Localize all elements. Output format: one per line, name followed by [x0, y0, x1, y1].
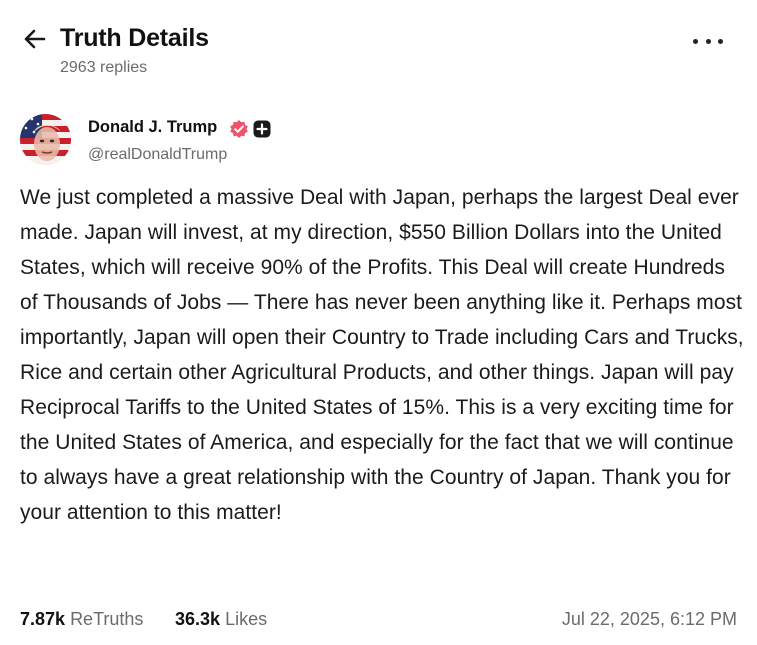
- author-name[interactable]: Donald J. Trump: [88, 118, 217, 137]
- ellipsis-icon-dot: [693, 38, 698, 44]
- ellipsis-icon-dot: [705, 38, 711, 44]
- arrow-left-icon: [24, 29, 46, 49]
- truth-plus-badge-icon: [253, 120, 271, 138]
- post-timestamp[interactable]: Jul 22, 2025, 6:12 PM: [562, 609, 737, 630]
- ellipsis-icon-dot: [718, 38, 723, 44]
- avatar-image: [20, 114, 71, 165]
- page-title: Truth Details: [60, 24, 209, 52]
- likes-stat[interactable]: 36.3k Likes: [175, 609, 267, 630]
- author-handle[interactable]: @realDonaldTrump: [88, 146, 227, 164]
- likes-label: Likes: [225, 609, 268, 629]
- likes-count: 36.3k: [175, 609, 221, 629]
- author-badges: [229, 118, 271, 140]
- more-options-button[interactable]: [693, 30, 723, 52]
- avatar[interactable]: [20, 114, 71, 165]
- verified-badge-icon: [230, 120, 248, 138]
- post-footer: 7.87k ReTruths 36.3k Likes Jul 22, 2025,…: [20, 609, 737, 635]
- post-author: Donald J. Trump @realDonaldTrump: [20, 114, 420, 166]
- retruths-label: ReTruths: [70, 609, 144, 629]
- back-button[interactable]: [22, 26, 48, 52]
- retruths-stat[interactable]: 7.87k ReTruths: [20, 609, 143, 630]
- reply-count: 2963 replies: [60, 59, 148, 76]
- post-text: We just completed a massive Deal with Ja…: [20, 186, 744, 524]
- page-header: Truth Details 2963 replies: [22, 22, 737, 82]
- retruths-count: 7.87k: [20, 609, 66, 629]
